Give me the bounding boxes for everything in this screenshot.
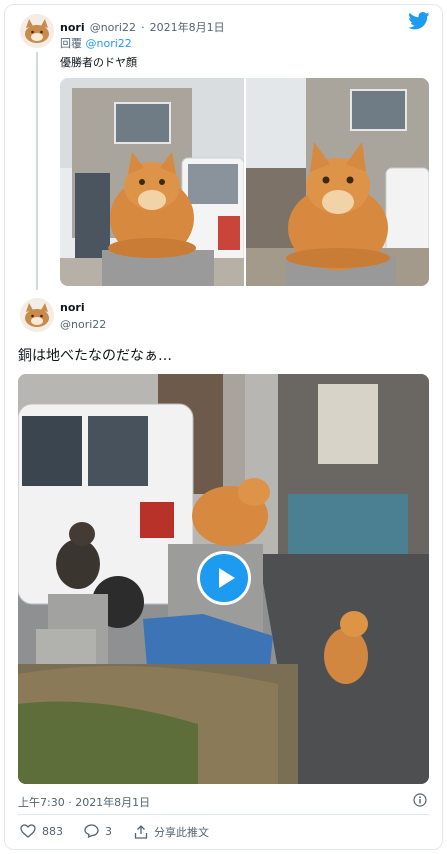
cat-closeup-photo bbox=[246, 78, 429, 286]
reply-icon bbox=[84, 824, 99, 838]
tweet-date[interactable]: 2021年8月1日 bbox=[150, 21, 225, 34]
heart-icon bbox=[20, 824, 36, 838]
author-name[interactable]: nori bbox=[60, 301, 85, 314]
reply-tweet-header: nori @nori22 · 2021年8月1日 bbox=[60, 16, 225, 35]
thread-connector bbox=[36, 52, 38, 290]
reply-button[interactable]: 3 bbox=[84, 824, 112, 838]
like-button[interactable]: 883 bbox=[20, 824, 63, 838]
author-name[interactable]: nori bbox=[60, 21, 85, 34]
divider bbox=[18, 814, 429, 815]
reply-context: 回覆 @nori22 bbox=[60, 35, 132, 51]
tweet-timestamp[interactable]: 上午7:30 · 2021年8月1日 bbox=[18, 794, 150, 810]
share-label: 分享此推文 bbox=[154, 826, 209, 839]
main-tweet-text: 銅は地べたなのだなぁ… bbox=[18, 348, 172, 364]
reply-count: 3 bbox=[105, 824, 112, 838]
info-icon[interactable] bbox=[413, 793, 427, 807]
twitter-bird-icon[interactable] bbox=[408, 12, 430, 30]
cat-avatar-icon bbox=[20, 14, 54, 48]
cat-avatar-icon bbox=[20, 298, 54, 332]
avatar[interactable] bbox=[20, 14, 54, 48]
share-button[interactable]: 分享此推文 bbox=[134, 824, 209, 840]
cat-on-block-photo bbox=[60, 78, 244, 286]
tweet-photo[interactable] bbox=[60, 78, 244, 286]
avatar[interactable] bbox=[20, 298, 54, 332]
reply-label: 回覆 bbox=[60, 37, 82, 50]
play-icon bbox=[219, 568, 235, 588]
meta-separator: · bbox=[141, 21, 145, 34]
reply-tweet-text: 優勝者のドヤ顔 bbox=[60, 56, 137, 69]
author-handle[interactable]: @nori22 bbox=[90, 21, 136, 34]
share-icon bbox=[134, 825, 148, 839]
tweet-photo[interactable] bbox=[246, 78, 429, 286]
like-count: 883 bbox=[42, 824, 63, 838]
reply-to-link[interactable]: @nori22 bbox=[86, 37, 132, 50]
play-button[interactable] bbox=[197, 551, 251, 605]
author-handle[interactable]: @nori22 bbox=[60, 318, 106, 331]
